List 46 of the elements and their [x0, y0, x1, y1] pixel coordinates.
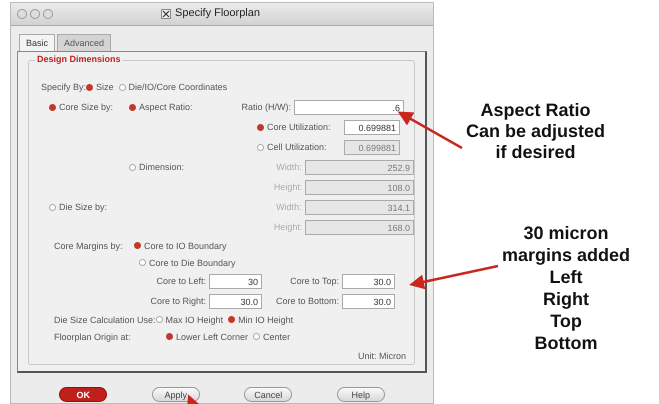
radio-button[interactable]: Core to Die Boundary	[139, 258, 236, 268]
radio-button[interactable]: Aspect Ratio:	[129, 102, 219, 112]
field-label: Height:	[272, 182, 304, 192]
radio-button[interactable]: Core Size by:	[49, 102, 124, 112]
field-label: Core Margins by:	[54, 240, 124, 250]
dialog-button[interactable]: Cancel	[244, 387, 292, 402]
annotation-text: 30 micron margins added Left Right Top Bottom	[502, 222, 630, 354]
field-label: Width:	[275, 162, 303, 172]
dialog-button[interactable]: Help	[336, 387, 385, 402]
radio-button[interactable]: Die/IO/Core Coordinates	[118, 82, 228, 92]
annotation-arrow	[398, 112, 463, 150]
field-label: Specify By:	[41, 82, 86, 92]
ok-button[interactable]: OK	[59, 387, 108, 402]
field-label: Die Size Calculation Use:	[54, 314, 156, 324]
tab[interactable]: Advanced	[57, 34, 112, 51]
field-label: Height:	[272, 222, 304, 232]
margin-field[interactable]: 30.0	[342, 274, 395, 288]
utilization-field[interactable]: 0.699881	[344, 120, 400, 134]
radio-button[interactable]: Min IO Height	[228, 314, 294, 324]
field-label: Width:	[275, 202, 303, 212]
annotation-text: Aspect Ratio Can be adjusted if desired	[466, 100, 606, 163]
field-label: Core to Right:	[149, 296, 207, 306]
radio-button[interactable]: Core Utilization:	[257, 122, 339, 132]
x-logo-icon	[161, 9, 171, 19]
group-title: Design Dimensions	[35, 54, 123, 64]
field-label: Floorplan Origin at:	[54, 332, 132, 342]
field-label: Core to Top:	[289, 276, 340, 286]
field-label: Core to Bottom:	[274, 296, 340, 306]
radio-button[interactable]: Core to IO Boundary	[134, 240, 227, 250]
margin-field[interactable]: 30.0	[209, 294, 262, 308]
annotation-arrow	[186, 394, 201, 404]
field-label: Core to Left:	[155, 276, 207, 286]
radio-button[interactable]: Size	[86, 82, 114, 92]
radio-button[interactable]: Center	[253, 332, 290, 342]
window-title: Specify Floorplan	[175, 7, 260, 19]
radio-button[interactable]: Max IO Height	[156, 314, 224, 324]
unit-label: Unit: Micron	[358, 351, 406, 361]
dialog-button[interactable]: Apply	[152, 387, 200, 402]
field-label: Ratio (H/W):	[240, 102, 292, 112]
ratio-field[interactable]: .6	[294, 100, 404, 114]
radio-button[interactable]: Lower Left Corner	[166, 332, 248, 342]
margin-field[interactable]: 30	[209, 274, 262, 288]
radio-button[interactable]: Dimension:	[129, 162, 248, 172]
tab[interactable]: Basic	[19, 34, 56, 51]
margin-field[interactable]: 30.0	[342, 294, 395, 308]
radio-button[interactable]: Die Size by:	[49, 202, 248, 212]
